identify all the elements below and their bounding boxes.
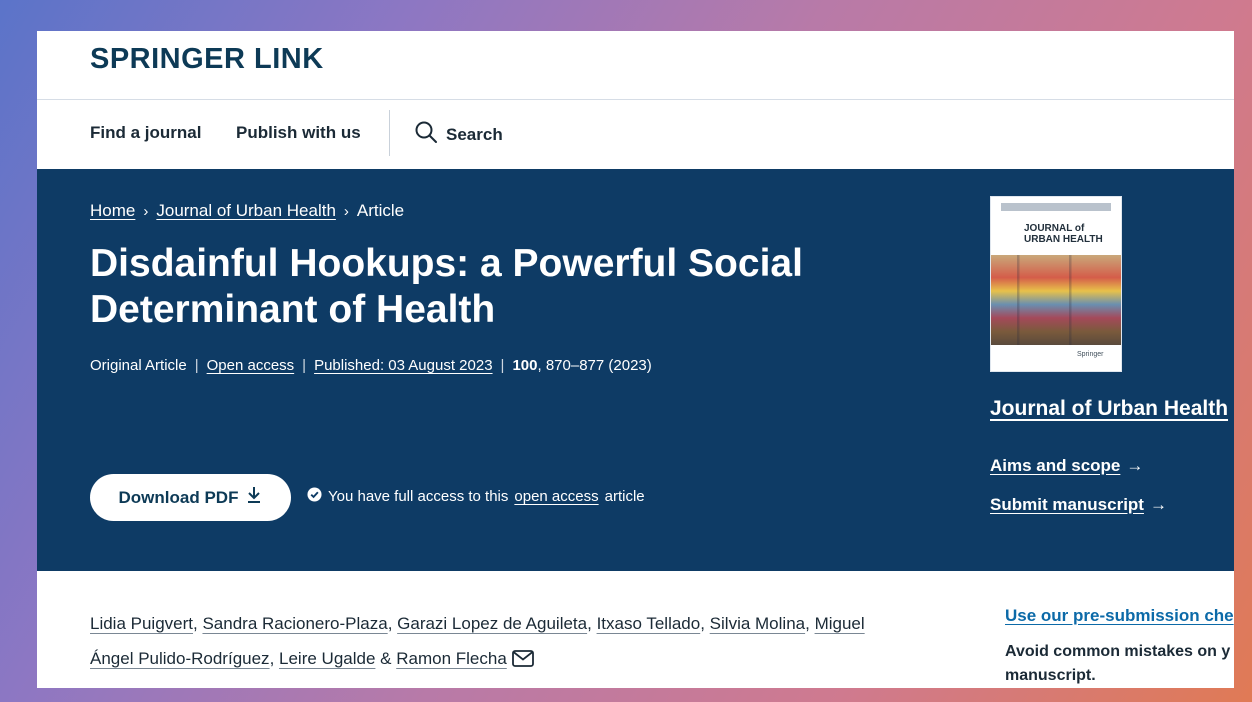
mail-icon[interactable]	[507, 649, 534, 668]
access-notice: You have full access to this open access…	[307, 487, 645, 506]
meta-separator: |	[194, 357, 199, 374]
brand-header: SPRINGER LINK	[37, 31, 1234, 100]
breadcrumb-current: Article	[356, 201, 405, 220]
pages-year: , 870–877 (2023)	[537, 357, 652, 374]
main-nav: Find a journal Publish with us Search	[37, 100, 1234, 169]
cover-publisher: Springer	[1077, 351, 1104, 358]
breadcrumb-home[interactable]: Home	[90, 201, 135, 221]
nav-search-button[interactable]: Search	[414, 120, 503, 149]
aims-and-scope-link[interactable]: Aims and scope →	[990, 456, 1143, 476]
journal-title-link[interactable]: Journal of Urban Health	[990, 397, 1228, 421]
chevron-right-icon: ›	[343, 202, 349, 220]
presubmission-link[interactable]: Use our pre-submission che	[1005, 606, 1234, 626]
nav-divider	[389, 110, 390, 156]
presubmission-text: Avoid common mistakes on y manuscript.	[1005, 643, 1231, 684]
author-link[interactable]: Ramon Flecha	[396, 649, 507, 668]
author-link[interactable]: Silvia Molina	[710, 614, 805, 633]
access-prefix: You have full access to this	[328, 488, 509, 505]
author-link[interactable]: Leire Ugalde	[279, 649, 375, 668]
search-icon	[414, 120, 438, 149]
volume-pages: 100, 870–877 (2023)	[512, 357, 651, 374]
access-open-access-link[interactable]: open access	[514, 488, 598, 505]
meta-separator: |	[500, 357, 505, 374]
check-circle-icon	[307, 487, 322, 506]
author-list: Lidia Puigvert, Sandra Racionero-Plaza, …	[90, 614, 865, 668]
chevron-right-icon: ›	[143, 202, 149, 220]
cover-top-strip	[1001, 203, 1111, 211]
access-suffix: article	[604, 488, 645, 505]
article-meta: Original Article | Open access | Publish…	[90, 357, 652, 374]
cover-photo	[991, 255, 1121, 345]
author-link[interactable]: Sandra Racionero-Plaza	[202, 614, 387, 633]
breadcrumb: Home › Journal of Urban Health › Article	[90, 201, 404, 221]
arrow-right-icon: →	[1149, 495, 1167, 514]
download-pdf-label: Download PDF	[118, 487, 239, 507]
nav-find-journal[interactable]: Find a journal	[90, 123, 201, 143]
journal-cover-image[interactable]: JOURNAL of URBAN HEALTH Springer	[990, 196, 1122, 372]
article-type: Original Article	[90, 357, 187, 374]
springer-link-logo[interactable]: SPRINGER LINK	[90, 43, 324, 76]
nav-publish-with-us[interactable]: Publish with us	[236, 123, 361, 143]
published-date-link[interactable]: Published: 03 August 2023	[314, 357, 492, 374]
browser-page: SPRINGER LINK Find a journal Publish wit…	[37, 31, 1234, 688]
submit-manuscript-link[interactable]: Submit manuscript →	[990, 495, 1167, 515]
download-icon	[246, 486, 262, 509]
cover-journal-title: JOURNAL of URBAN HEALTH	[1024, 223, 1103, 245]
breadcrumb-journal[interactable]: Journal of Urban Health	[156, 201, 336, 221]
open-access-link[interactable]: Open access	[207, 357, 295, 374]
author-link[interactable]: Itxaso Tellado	[597, 614, 701, 633]
volume-number: 100	[512, 357, 538, 374]
meta-separator: |	[302, 357, 307, 374]
article-title: Disdainful Hookups: a Powerful Social De…	[90, 242, 803, 331]
submit-label: Submit manuscript	[990, 495, 1144, 514]
author-link[interactable]: Lidia Puigvert	[90, 614, 193, 633]
presubmission-panel: Use our pre-submission che Avoid common …	[1005, 606, 1234, 688]
article-hero: Home › Journal of Urban Health › Article…	[37, 169, 1234, 571]
aims-label: Aims and scope	[990, 456, 1121, 475]
author-link[interactable]: Garazi Lopez de Aguileta	[397, 614, 587, 633]
arrow-right-icon: →	[1126, 456, 1144, 475]
search-label: Search	[446, 124, 503, 144]
download-pdf-button[interactable]: Download PDF	[90, 474, 291, 521]
